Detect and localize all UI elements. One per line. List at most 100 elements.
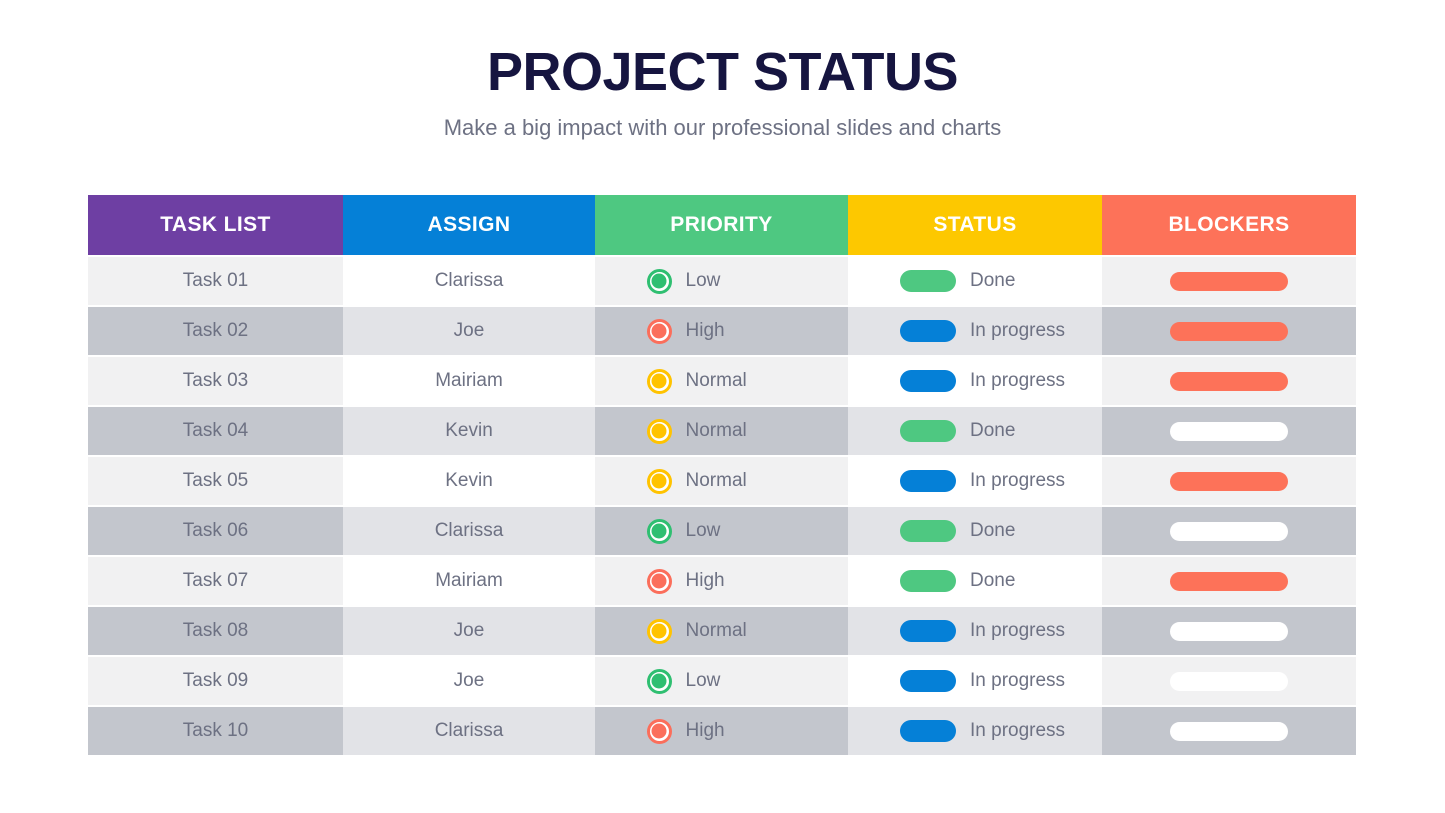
priority-group: Low [646,668,797,694]
assignee-cell: Mairiam [343,557,595,605]
blocker-bar-empty [1170,421,1288,441]
circle-indicator-icon [646,368,672,394]
column-header-assign[interactable]: ASSIGN [343,195,595,255]
circle-indicator-icon [646,518,672,544]
table-row[interactable]: Task 02 Joe High In progress [88,307,1356,355]
priority-group: Normal [646,418,797,444]
priority-cell: High [595,707,848,755]
blocker-bar-empty [1170,621,1288,641]
assignee-cell: Joe [343,307,595,355]
assignee-cell: Kevin [343,407,595,455]
circle-indicator-icon [646,568,672,594]
blocker-cell [1102,607,1356,655]
status-cell: In progress [848,607,1102,655]
priority-label: Normal [685,470,747,491]
column-header-label: STATUS [933,213,1017,236]
status-group: In progress [900,670,1065,692]
task-label: Task 04 [182,420,249,441]
status-cell: Done [848,257,1102,305]
blocker-cell [1102,307,1356,355]
priority-cell: Normal [595,357,848,405]
page-subtitle: Make a big impact with our professional … [443,114,1002,140]
priority-cell: Normal [595,457,848,505]
status-group: In progress [900,320,1065,342]
assignee-cell: Mairiam [343,357,595,405]
priority-cell: Low [595,657,848,705]
table-row[interactable]: Task 03 Mairiam Normal In progress [88,357,1356,405]
status-pill-done [900,270,956,292]
column-header-label: TASK LIST [160,213,271,236]
table-row[interactable]: Task 07 Mairiam High Done [88,557,1356,605]
table-row[interactable]: Task 09 Joe Low In progress [88,657,1356,705]
blocker-bar-active [1170,321,1288,341]
status-pill-done [900,570,956,592]
status-pill-in-progress [900,670,956,692]
blocker-bar-active [1170,471,1288,491]
task-cell: Task 01 [88,257,343,305]
assignee-cell: Kevin [343,457,595,505]
status-pill-in-progress [900,320,956,342]
priority-label: High [685,320,725,341]
status-group: In progress [900,370,1065,392]
status-label: Done [970,270,1016,291]
circle-indicator-icon [646,468,672,494]
priority-cell: High [595,557,848,605]
assignee-label: Mairiam [435,570,503,591]
priority-label: Normal [685,420,747,441]
priority-group: Low [646,268,797,294]
column-header-priority[interactable]: PRIORITY [595,195,848,255]
priority-label: High [685,570,725,591]
table-row[interactable]: Task 01 Clarissa Low Done [88,257,1356,305]
blocker-bar-empty [1170,521,1288,541]
task-cell: Task 06 [88,507,343,555]
task-label: Task 07 [182,570,249,591]
priority-cell: Normal [595,607,848,655]
assignee-label: Clarissa [434,270,504,291]
circle-indicator-icon [646,668,672,694]
task-cell: Task 05 [88,457,343,505]
table-row[interactable]: Task 08 Joe Normal In progress [88,607,1356,655]
task-cell: Task 08 [88,607,343,655]
column-header-blockers[interactable]: BLOCKERS [1102,195,1356,255]
task-label: Task 01 [182,270,249,291]
blocker-cell [1102,457,1356,505]
status-label: In progress [970,320,1066,341]
blocker-cell [1102,707,1356,755]
priority-label: Low [685,670,721,691]
status-label: In progress [970,620,1066,641]
priority-label: Low [685,270,721,291]
status-label: In progress [970,470,1066,491]
table-row[interactable]: Task 06 Clarissa Low Done [88,507,1356,555]
status-label: Done [970,520,1016,541]
page-title: PROJECT STATUS [486,42,959,102]
circle-indicator-icon [646,418,672,444]
circle-indicator-icon [646,618,672,644]
status-group: Done [900,270,1050,292]
task-label: Task 05 [182,470,249,491]
column-header-task-list[interactable]: TASK LIST [88,195,343,255]
assignee-cell: Clarissa [343,507,595,555]
assignee-label: Kevin [445,470,493,491]
status-cell: Done [848,557,1102,605]
column-header-status[interactable]: STATUS [848,195,1102,255]
status-pill-done [900,520,956,542]
priority-label: Low [685,520,721,541]
assignee-label: Joe [453,670,485,691]
status-label: In progress [970,370,1066,391]
priority-group: High [646,718,797,744]
table-row[interactable]: Task 10 Clarissa High In progress [88,707,1356,755]
blocker-cell [1102,407,1356,455]
blocker-bar-active [1170,271,1288,291]
priority-group: Normal [646,368,797,394]
task-label: Task 08 [182,620,249,641]
task-cell: Task 02 [88,307,343,355]
table-row[interactable]: Task 05 Kevin Normal In progress [88,457,1356,505]
blocker-cell [1102,557,1356,605]
circle-indicator-icon [646,268,672,294]
task-label: Task 02 [182,320,249,341]
status-group: In progress [900,620,1065,642]
status-group: Done [900,520,1050,542]
status-pill-in-progress [900,720,956,742]
table-row[interactable]: Task 04 Kevin Normal Done [88,407,1356,455]
status-group: In progress [900,470,1065,492]
